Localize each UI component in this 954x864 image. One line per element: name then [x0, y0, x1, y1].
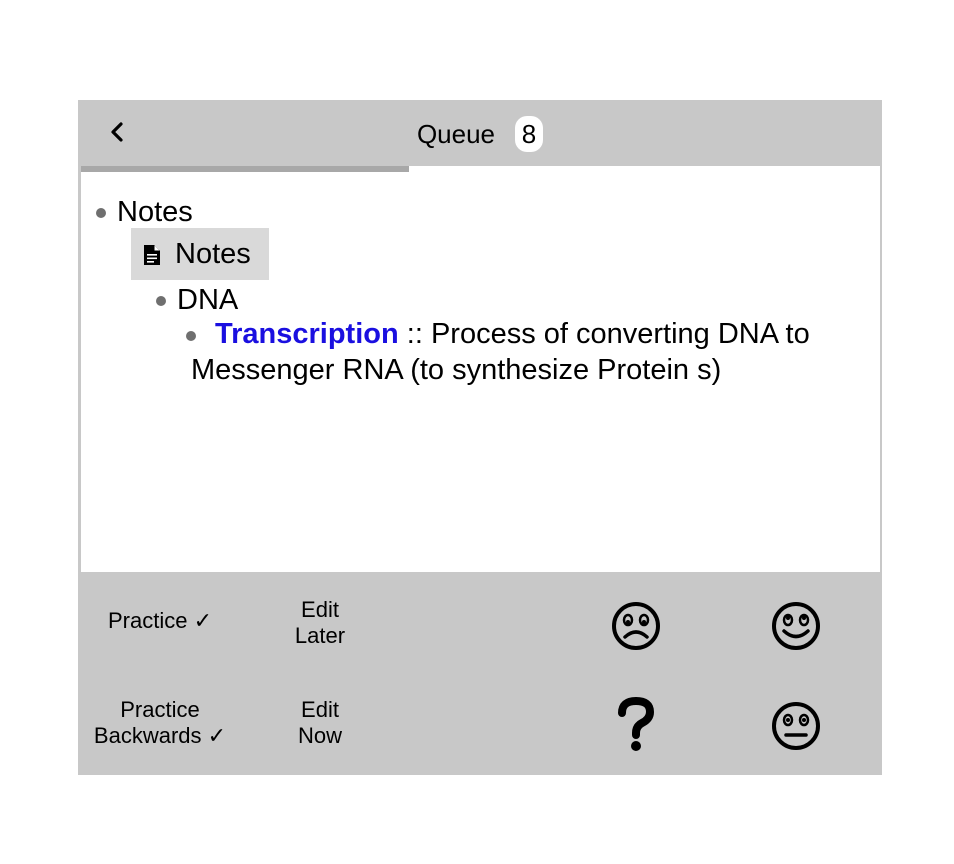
queue-progress-bar — [81, 166, 409, 172]
card-term-link[interactable]: Transcription — [215, 318, 399, 350]
neutral-face-icon — [772, 702, 820, 750]
queue-label: Queue — [416, 118, 496, 149]
review-panel: Queue 8 Notes Notes DNA Transcription ::… — [78, 100, 882, 775]
practice-backwards-label-line1: Practice — [120, 697, 200, 722]
bullet-icon — [156, 296, 166, 306]
question-button[interactable] — [614, 696, 658, 758]
edit-later-button[interactable]: Edit Later — [270, 597, 370, 649]
sad-face-button[interactable] — [610, 600, 662, 657]
sad-face-icon — [612, 602, 660, 650]
outline-topic-label: DNA — [177, 284, 239, 316]
card-content-area: Notes Notes DNA Transcription :: Process… — [80, 166, 880, 572]
header-bar: Queue 8 — [78, 100, 882, 166]
queue-count-badge: 8 — [515, 116, 544, 152]
edit-now-button[interactable]: Edit Now — [270, 697, 370, 749]
document-label: Notes — [175, 238, 251, 270]
edit-now-label-line2: Now — [297, 723, 342, 748]
flashcard-text: Transcription :: Process of converting D… — [191, 316, 811, 388]
question-mark-icon — [618, 696, 655, 751]
document-icon — [144, 245, 160, 265]
practice-backwards-label-line2: Backwards ✓ — [93, 723, 227, 748]
practice-backwards-button[interactable]: Practice Backwards ✓ — [80, 697, 240, 749]
outline-root-label: Notes — [117, 196, 193, 228]
document-link[interactable]: Notes — [131, 228, 269, 280]
practice-button[interactable]: Practice ✓ — [90, 608, 230, 634]
queue-title: Queue 8 — [78, 114, 882, 154]
neutral-face-button[interactable] — [770, 700, 822, 757]
happy-face-icon — [772, 602, 820, 650]
edit-later-label-line2: Later — [294, 623, 346, 648]
edit-later-label-line1: Edit — [301, 597, 339, 622]
happy-face-button[interactable] — [770, 600, 822, 657]
practice-label: Practice ✓ — [107, 608, 213, 633]
edit-now-label-line1: Edit — [301, 697, 339, 722]
bullet-icon — [96, 208, 106, 218]
card-separator: :: — [398, 318, 431, 350]
